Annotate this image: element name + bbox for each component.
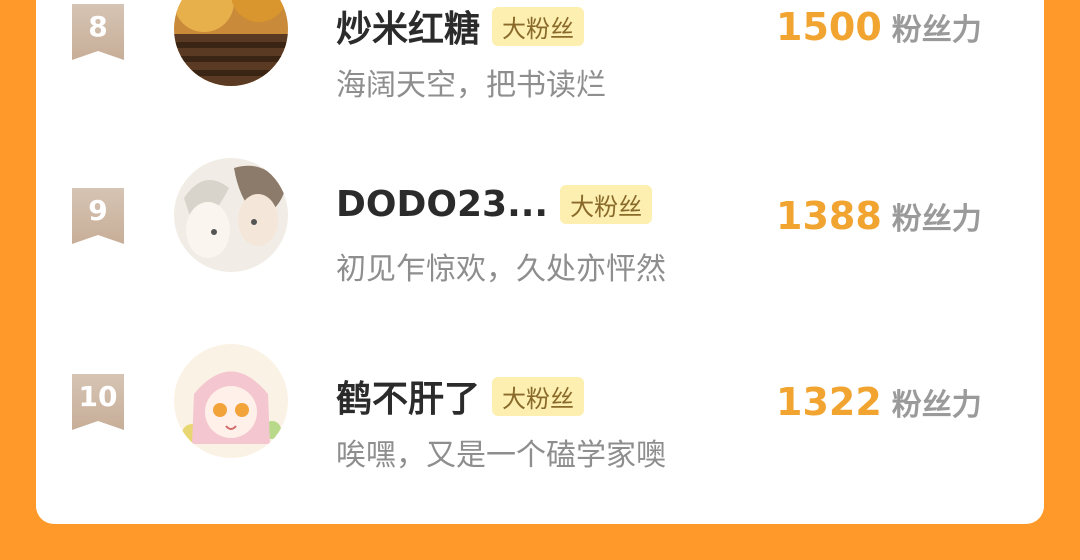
avatar[interactable] [174, 344, 288, 458]
user-name[interactable]: 鹤不肝了 [336, 370, 480, 422]
user-motto: 初见乍惊欢，久处亦怦然 [336, 252, 666, 287]
fan-tag: 大粉丝 [492, 6, 585, 46]
avatar[interactable] [174, 0, 288, 86]
score-unit: 粉丝力 [891, 13, 982, 48]
list-item[interactable]: 8 炒米红糖 大粉丝 海阔天空，把书读烂 1500 粉丝力 [36, 0, 1044, 103]
user-name[interactable]: DODO23... [336, 184, 548, 225]
avatar-pink-hair-image [174, 344, 288, 458]
score-unit: 粉丝力 [891, 388, 982, 423]
rank-badge: 10 [72, 374, 124, 430]
user-name[interactable]: 炒米红糖 [336, 0, 480, 52]
score-unit: 粉丝力 [891, 202, 982, 237]
rank-number: 10 [78, 380, 118, 413]
avatar-anime-image [174, 158, 288, 272]
rank-badge: 9 [72, 188, 124, 244]
avatar[interactable] [174, 158, 288, 272]
user-motto: 唉嘿，又是一个磕学家噢 [336, 438, 666, 473]
fan-tag: 大粉丝 [560, 185, 653, 224]
list-item[interactable]: 9 DODO23... 大粉丝 初见乍惊欢，久处亦怦然 1388 粉丝力 [36, 144, 1044, 287]
list-item[interactable]: 10 鹤不肝了 大粉丝 唉嘿，又是一个磕学家噢 1322 粉丝力 [36, 330, 1044, 473]
rank-number: 9 [88, 194, 108, 227]
fan-tag: 大粉丝 [492, 376, 585, 416]
rank-number: 8 [88, 10, 108, 43]
avatar-autumn-image [174, 0, 288, 86]
score-value: 1388 [776, 194, 882, 238]
score-value: 1500 [776, 5, 882, 49]
rank-badge: 8 [72, 4, 124, 60]
user-motto: 海阔天空，把书读烂 [336, 68, 606, 103]
score-value: 1322 [776, 380, 882, 424]
leaderboard-card: 8 炒米红糖 大粉丝 海阔天空，把书读烂 1500 粉丝力 9 DODO23..… [36, 0, 1044, 524]
